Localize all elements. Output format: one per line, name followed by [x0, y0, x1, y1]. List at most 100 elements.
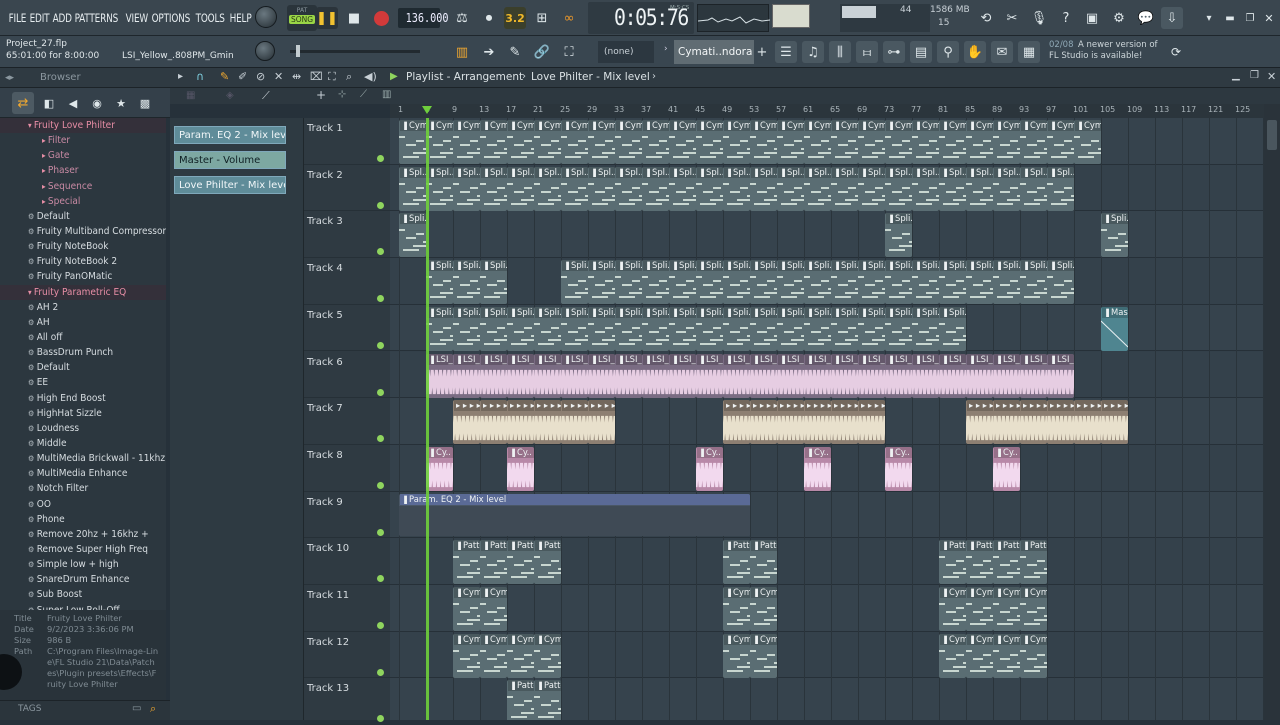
pattern-clip[interactable]: ❚Spl..UMENT [642, 166, 669, 211]
pattern-clip[interactable]: ❚Spli..NT #3 [858, 306, 885, 351]
playlist-icon[interactable]: ☰ [775, 41, 797, 63]
browser-item[interactable]: ▸ Gate [0, 148, 166, 163]
pattern-clip[interactable]: ❚Spli..NT #2 [561, 260, 588, 305]
browser-item[interactable]: ⚙ Phone [0, 512, 166, 527]
pattern-clip[interactable]: ❚Spli..NT #2 [750, 260, 777, 305]
script-icon[interactable]: ▦ [1018, 41, 1040, 63]
pattern-clip[interactable]: ❚Spli..NT #2 [480, 260, 507, 305]
pat-song-toggle[interactable]: PAT SONG [287, 5, 317, 31]
playlist-minimize-icon[interactable]: ▁ [1232, 70, 1240, 81]
browser-item[interactable]: ⚙ Super Low Roll-Off [0, 603, 166, 611]
pattern-clip[interactable]: ❚Cyma..dora [723, 120, 750, 164]
track-header[interactable]: Track 4 [304, 258, 390, 305]
pattern-strip-icon[interactable]: ▥ [382, 89, 391, 100]
pattern-clip[interactable]: ❚Cyma.. G [939, 633, 966, 678]
pattern-clip[interactable]: ❚Cyma..dora [1074, 120, 1101, 164]
pattern-clip[interactable]: ❚Spli..NT #2 [993, 260, 1020, 305]
pattern-clip[interactable]: ❚Cyma..dora [804, 120, 831, 164]
wait-input-icon[interactable]: ⏺ [478, 7, 500, 29]
cut-icon[interactable]: ✂ [1001, 7, 1023, 29]
audio-clip[interactable]: ❚LSI_..Gmin [696, 353, 723, 398]
pattern-clip[interactable]: ❚Cyma..dora [615, 120, 642, 164]
pattern-clip[interactable]: ❚Pattern 7 [507, 540, 534, 585]
pattern-clip[interactable]: ❚Spli..NT #3 [534, 306, 561, 351]
browser-item[interactable]: ▸ Special [0, 194, 166, 209]
pattern-clip[interactable]: ▸ ▸ ▸ ▸ [534, 400, 561, 445]
pattern-clip[interactable]: ❚Spli..NT #3 [480, 306, 507, 351]
browser-item[interactable]: ⚙ BassDrum Punch [0, 345, 166, 360]
track-header[interactable]: Track 13 [304, 678, 390, 725]
audio-clip[interactable]: ❚LSI_..Gmin [669, 353, 696, 398]
browser-item[interactable]: ⚙ MultiMedia Brickwall - 11khz limit [0, 451, 166, 466]
pattern-clip[interactable]: ❚Spli..NT #2 [912, 260, 939, 305]
playlist-maximize-icon[interactable]: ❐ [1250, 70, 1259, 81]
pattern-clip[interactable]: ❚Cy.. Cy.. [993, 446, 1020, 491]
browser-icon[interactable]: ▤ [910, 41, 932, 63]
pattern-clip[interactable]: ▸ ▸ ▸ ▸ [507, 400, 534, 445]
pattern-clip[interactable]: ❚Cyma..dora [939, 120, 966, 164]
audio-clip[interactable]: ❚LSI_..Gmin [561, 353, 588, 398]
pattern-clip[interactable]: ❚Spli..NT #3 [588, 306, 615, 351]
track-header[interactable]: Track 6 [304, 352, 390, 399]
browser-item[interactable]: ▸ Filter [0, 133, 166, 148]
menu-edit[interactable]: EDIT [27, 11, 52, 25]
zoom-tool-icon[interactable]: ⌕ [346, 70, 352, 84]
pattern-clip[interactable]: ❚Spl..UMENT [750, 166, 777, 211]
pattern-clip[interactable]: ❚Cyma..dora [696, 120, 723, 164]
pattern-clip[interactable]: ❚Cymat..ihat [750, 587, 777, 631]
pattern-clip[interactable]: ❚Spl..UMENT [696, 166, 723, 211]
pattern-clip[interactable]: ❚Cyma..dora [966, 120, 993, 164]
loop-record-icon[interactable]: ∞ [558, 7, 580, 29]
audio-clip[interactable]: ❚LSI_..Gmin [804, 353, 831, 398]
browser-item[interactable]: ⚙ MultiMedia Enhance [0, 466, 166, 481]
pattern-clip[interactable]: ❚Spl..UMENT [480, 166, 507, 211]
master-volume-knob[interactable] [255, 6, 277, 28]
playhead-line[interactable] [426, 118, 429, 720]
menu-tools[interactable]: TOOLS [193, 11, 227, 25]
track-header[interactable]: Track 3 [304, 211, 390, 259]
time-display[interactable]: 0:05:76 M:S:CS [588, 2, 694, 34]
pattern-clip[interactable]: ❚Pattern 7 [993, 540, 1020, 585]
browser-item[interactable]: ⚙ Fruity NoteBook [0, 239, 166, 254]
track-header[interactable]: Track 7 [304, 398, 390, 445]
pattern-clip[interactable]: ❚Cyma..dora [399, 120, 426, 164]
playhead-marker-icon[interactable] [422, 106, 432, 114]
track-mute-led[interactable] [377, 341, 384, 349]
pattern-clip[interactable]: ❚Cyma..dora [1020, 120, 1047, 164]
help-icon[interactable]: ? [1055, 7, 1077, 29]
audio-clip[interactable]: ❚LSI_..Gmin [588, 353, 615, 398]
pattern-clip[interactable]: ❚Pattern 7 [534, 540, 561, 585]
pattern-clip[interactable]: ❚Cymat..ihat [966, 587, 993, 631]
pattern-clip[interactable]: ▸ ▸ ▸ ▸ [858, 400, 885, 445]
save-icon[interactable]: ▣ [1081, 7, 1103, 29]
playback-tool-icon[interactable]: ◀) [364, 70, 377, 83]
browser-back-icon[interactable]: ◀ [62, 92, 84, 114]
pattern-clip[interactable]: ❚Cyma..dora [777, 120, 804, 164]
audio-clip[interactable]: ❚LSI_..Gmin [858, 353, 885, 398]
track-header[interactable]: Track 1 [304, 118, 390, 165]
update-icon[interactable]: ⟳ [1165, 41, 1187, 63]
playlist-grid[interactable]: ❚Cyma..dora❚Cyma..dora❚Cyma..dora❚Cyma..… [390, 118, 1264, 720]
pattern-clip[interactable]: ❚Pattern 7 [723, 540, 750, 585]
pattern-clip[interactable]: ❚Spli..NT #2 [669, 260, 696, 305]
pattern-clip[interactable]: ❚Spli..NT #2 [804, 260, 831, 305]
pattern-clip[interactable]: ❚Cy.. Cy.. [426, 446, 453, 491]
pattern-clip[interactable]: ▸ ▸ ▸ ▸ [966, 400, 993, 445]
browser-item[interactable]: ⚙ OO [0, 497, 166, 512]
menu-add[interactable]: ADD [50, 11, 74, 25]
pattern-clip[interactable]: ❚Spli..NT #3 [912, 306, 939, 351]
track-mute-led[interactable] [377, 622, 384, 629]
pattern-clip[interactable]: ❚Spli..NT #2 [885, 260, 912, 305]
pattern-clip[interactable]: ❚Spli..NT #4 [399, 213, 426, 258]
audio-clip[interactable]: ❚LSI_..Gmin [939, 353, 966, 398]
audio-clip[interactable]: ❚LSI_..Gmin [885, 353, 912, 398]
pattern-clip[interactable]: ❚Spli..NT #2 [858, 260, 885, 305]
tempo-tapper-icon[interactable]: ✋ [964, 41, 986, 63]
playlist-menu-icon[interactable]: ▸ [178, 71, 183, 82]
pattern-clip[interactable]: ❚Cymat..ihat [453, 587, 480, 631]
picker-icon-2[interactable]: ◈ [226, 90, 234, 101]
pattern-clip[interactable]: ❚Cyma..dora [858, 120, 885, 164]
pattern-clip[interactable]: ❚Pattern 7 [939, 540, 966, 585]
track-header[interactable]: Track 12 [304, 632, 390, 679]
chevron-right-icon[interactable]: › [664, 44, 668, 54]
